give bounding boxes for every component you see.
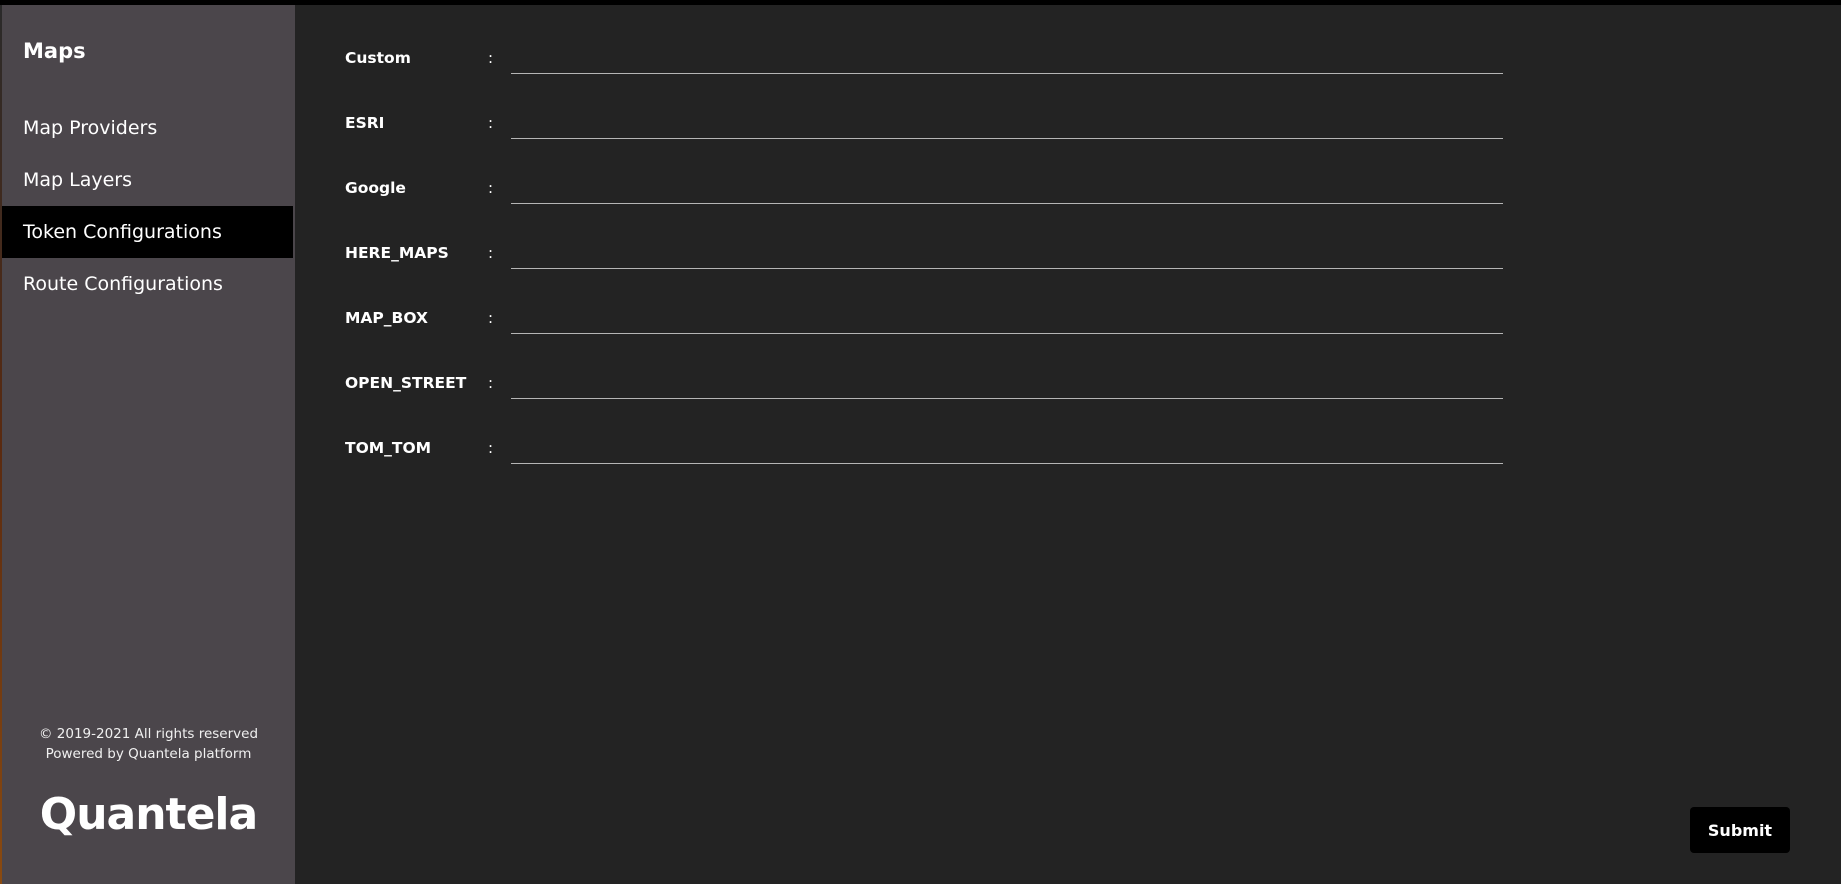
custom-token-input[interactable]	[511, 43, 1503, 74]
quantela-logo: Quantela	[39, 789, 258, 840]
field-label: Custom	[345, 49, 411, 67]
sidebar-footer: © 2019-2021 All rights reserved Powered …	[2, 724, 295, 764]
sidebar-item-label: Route Configurations	[23, 273, 223, 295]
app-window: Maps Map Providers Map Layers Token Conf…	[0, 5, 1841, 884]
sidebar-nav: Map Providers Map Layers Token Configura…	[2, 102, 293, 310]
form-row-open-street: OPEN_STREET :	[345, 360, 1503, 425]
sidebar-item-label: Map Layers	[23, 169, 133, 191]
copyright-text: © 2019-2021 All rights reserved	[38, 726, 259, 742]
here-maps-token-input[interactable]	[511, 238, 1503, 269]
field-label: TOM_TOM	[345, 439, 432, 457]
field-separator: :	[488, 114, 494, 132]
field-label: Google	[345, 179, 406, 197]
token-config-form: Custom : ESRI : Google : HERE_MAPS : MAP…	[345, 35, 1503, 490]
field-separator: :	[488, 49, 494, 67]
esri-token-input[interactable]	[511, 108, 1503, 139]
form-row-esri: ESRI :	[345, 100, 1503, 165]
sidebar-item-label: Token Configurations	[23, 221, 222, 243]
open-street-token-input[interactable]	[511, 368, 1503, 399]
field-label: ESRI	[345, 114, 385, 132]
tom-tom-token-input[interactable]	[511, 433, 1503, 464]
submit-button[interactable]: Submit	[1690, 807, 1790, 853]
sidebar-item-token-configurations[interactable]: Token Configurations	[2, 206, 293, 258]
field-label: OPEN_STREET	[345, 374, 467, 392]
sidebar-item-route-configurations[interactable]: Route Configurations	[2, 258, 293, 310]
main-content: Custom : ESRI : Google : HERE_MAPS : MAP…	[295, 5, 1841, 884]
field-label: HERE_MAPS	[345, 244, 449, 262]
form-row-map-box: MAP_BOX :	[345, 295, 1503, 360]
form-row-google: Google :	[345, 165, 1503, 230]
sidebar-item-label: Map Providers	[23, 117, 158, 139]
field-separator: :	[488, 439, 494, 457]
field-label: MAP_BOX	[345, 309, 428, 327]
form-row-custom: Custom :	[345, 35, 1503, 100]
sidebar-item-map-layers[interactable]: Map Layers	[2, 154, 293, 206]
field-separator: :	[488, 374, 494, 392]
map-box-token-input[interactable]	[511, 303, 1503, 334]
form-row-here-maps: HERE_MAPS :	[345, 230, 1503, 295]
field-separator: :	[488, 309, 494, 327]
powered-by-text: Powered by Quantela platform	[45, 746, 252, 762]
form-row-tom-tom: TOM_TOM :	[345, 425, 1503, 490]
field-separator: :	[488, 244, 494, 262]
sidebar: Maps Map Providers Map Layers Token Conf…	[2, 5, 295, 884]
sidebar-item-map-providers[interactable]: Map Providers	[2, 102, 293, 154]
field-separator: :	[488, 179, 494, 197]
sidebar-title: Maps	[23, 39, 86, 63]
google-token-input[interactable]	[511, 173, 1503, 204]
